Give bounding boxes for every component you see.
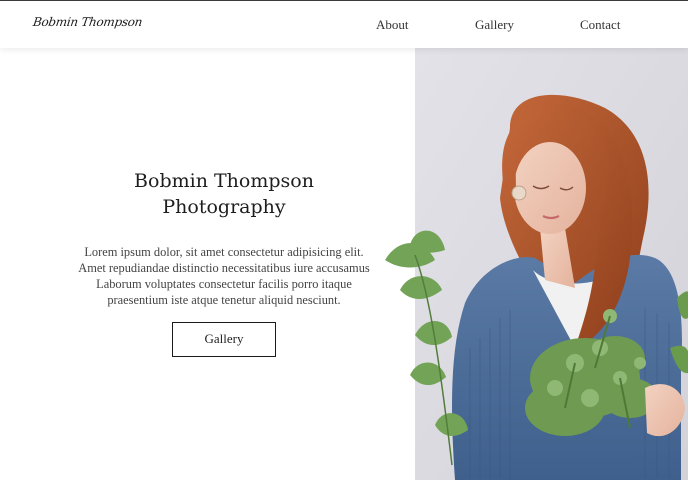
hero-title-line2: Photography (162, 196, 286, 218)
hero-description: Lorem ipsum dolor, sit amet consectetur … (78, 245, 370, 307)
gallery-button[interactable]: Gallery (172, 322, 276, 357)
site-logo[interactable]: Bobmin Thompson (32, 15, 143, 29)
nav-link-about[interactable]: About (376, 17, 409, 33)
hero-text-block: Bobmin Thompson Photography Lorem ipsum … (70, 168, 378, 308)
page: Bobmin Thompson About Gallery Contact Bo… (0, 0, 688, 480)
site-header: Bobmin Thompson About Gallery Contact (0, 0, 688, 48)
hero-title: Bobmin Thompson Photography (70, 168, 378, 220)
nav-link-gallery[interactable]: Gallery (475, 17, 514, 33)
leaf-decoration (385, 230, 468, 466)
nav-link-contact[interactable]: Contact (580, 17, 620, 33)
hero-title-line1: Bobmin Thompson (134, 170, 314, 192)
